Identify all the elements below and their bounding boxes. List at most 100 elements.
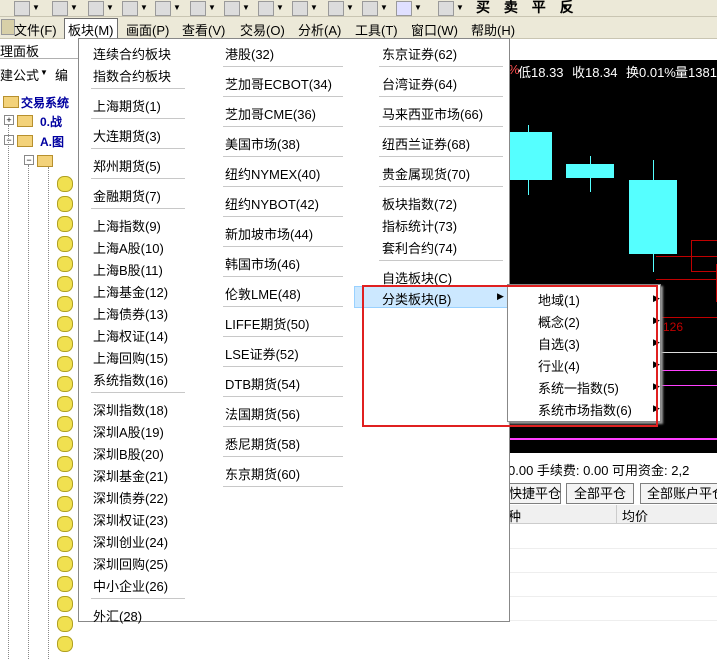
toolbar-button-flag-icon[interactable]	[292, 1, 308, 16]
toolbar-button-grid-icon[interactable]	[155, 1, 171, 16]
dropdown-arrow-icon[interactable]: ▼	[380, 3, 388, 12]
menu-tools[interactable]: 工具(T)	[355, 20, 398, 39]
formula-icon[interactable]	[57, 496, 73, 512]
table-row[interactable]	[508, 596, 717, 621]
tree-item-a[interactable]: A.图	[40, 133, 64, 150]
formula-icon[interactable]	[57, 296, 73, 312]
formula-icon[interactable]	[57, 316, 73, 332]
menu-item[interactable]: 深圳基金(21)	[93, 466, 168, 485]
menu-item[interactable]: 纽西兰证券(68)	[382, 134, 470, 153]
dropdown-arrow-icon[interactable]: ▼	[140, 3, 148, 12]
menu-item[interactable]: 深圳回购(25)	[93, 554, 168, 573]
menu-item[interactable]: 指数合约板块	[93, 66, 171, 85]
menu-item[interactable]: 纽约NYBOT(42)	[225, 194, 319, 213]
formula-icon[interactable]	[57, 616, 73, 632]
table-row[interactable]	[508, 524, 717, 549]
menu-view[interactable]: 查看(V)	[182, 20, 225, 39]
table-row[interactable]	[508, 572, 717, 597]
dropdown-arrow-icon[interactable]: ▼	[276, 3, 284, 12]
formula-icon[interactable]	[57, 596, 73, 612]
formula-label[interactable]: 建公式	[0, 65, 39, 84]
menu-item[interactable]: 深圳A股(19)	[93, 422, 164, 441]
dropdown-arrow-icon[interactable]: ▼	[456, 3, 464, 12]
toolbar-button-pencil-icon[interactable]	[14, 1, 30, 16]
formula-icon[interactable]	[57, 196, 73, 212]
formula-icon[interactable]	[57, 456, 73, 472]
menu-item[interactable]: 套利合约(74)	[382, 238, 457, 257]
dropdown-arrow-icon[interactable]: ▼	[414, 3, 422, 12]
toolbar-button-window2-icon[interactable]	[328, 1, 344, 16]
menu-item[interactable]: 板块指数(72)	[382, 194, 457, 213]
quick-close-button[interactable]: 快捷平仓	[508, 483, 561, 504]
col-avg-price[interactable]: 均价	[622, 506, 648, 525]
toolbar-button-pen-icon[interactable]	[438, 1, 454, 16]
dropdown-arrow-icon[interactable]: ▼	[70, 3, 78, 12]
formula-icon[interactable]	[57, 516, 73, 532]
menu-item[interactable]: 芝加哥CME(36)	[225, 104, 316, 123]
formula-icon[interactable]	[57, 536, 73, 552]
menu-item[interactable]: 东京期货(60)	[225, 464, 300, 483]
menu-item[interactable]: 上海指数(9)	[93, 216, 161, 235]
menu-item[interactable]: 贵金属现货(70)	[382, 164, 470, 183]
toolbar-button-table-icon[interactable]	[122, 1, 138, 16]
menu-item[interactable]: 韩国市场(46)	[225, 254, 300, 273]
toolbar-overflow-icon[interactable]: ▼	[561, 3, 569, 12]
dropdown-arrow-icon[interactable]: ▼	[173, 3, 181, 12]
menu-file[interactable]: 文件(F)	[14, 20, 57, 39]
menu-window[interactable]: 窗口(W)	[411, 20, 458, 39]
menu-screen[interactable]: 画面(P)	[126, 20, 169, 39]
formula-icon[interactable]	[57, 216, 73, 232]
menu-item[interactable]: 外汇(28)	[93, 606, 142, 625]
menu-item[interactable]: 法国期货(56)	[225, 404, 300, 423]
formula-icon[interactable]	[57, 396, 73, 412]
formula-icon[interactable]	[57, 556, 73, 572]
formula-icon[interactable]	[57, 256, 73, 272]
menu-help[interactable]: 帮助(H)	[471, 20, 515, 39]
menu-item[interactable]: 上海权证(14)	[93, 326, 168, 345]
tree-item-0[interactable]: 0.战	[40, 113, 62, 130]
menu-item[interactable]: 连续合约板块	[93, 44, 171, 63]
menu-item[interactable]: 芝加哥ECBOT(34)	[225, 74, 332, 93]
formula-icon[interactable]	[57, 636, 73, 652]
menu-item[interactable]: 悉尼期货(58)	[225, 434, 300, 453]
formula-icon[interactable]	[57, 356, 73, 372]
menu-item[interactable]: 系统指数(16)	[93, 370, 168, 389]
menu-analysis[interactable]: 分析(A)	[298, 20, 341, 39]
close-all-button[interactable]: 全部平仓	[566, 483, 634, 504]
menu-item[interactable]: LSE证券(52)	[225, 344, 299, 363]
menu-item[interactable]: 深圳创业(24)	[93, 532, 168, 551]
dropdown-arrow-icon[interactable]: ▼	[40, 68, 48, 77]
formula-icon[interactable]	[57, 576, 73, 592]
formula-icon[interactable]	[57, 336, 73, 352]
formula-icon[interactable]	[57, 416, 73, 432]
app-icon[interactable]	[1, 19, 15, 35]
dropdown-arrow-icon[interactable]: ▼	[106, 3, 114, 12]
menu-item[interactable]: 纽约NYMEX(40)	[225, 164, 320, 183]
menu-item[interactable]: 郑州期货(5)	[93, 156, 161, 175]
toolbar-button-layout-icon[interactable]	[258, 1, 274, 16]
menu-item[interactable]: 深圳指数(18)	[93, 400, 168, 419]
dropdown-arrow-icon[interactable]: ▼	[346, 3, 354, 12]
close-all-accounts-button[interactable]: 全部账户平仓	[640, 483, 717, 504]
collapse-icon[interactable]: −	[4, 135, 14, 145]
menu-item[interactable]: 新加坡市场(44)	[225, 224, 313, 243]
menu-item[interactable]: 马来西亚市场(66)	[382, 104, 483, 123]
menu-item[interactable]: 上海期货(1)	[93, 96, 161, 115]
menu-item[interactable]: 指标统计(73)	[382, 216, 457, 235]
formula-icon[interactable]	[57, 276, 73, 292]
formula-icon[interactable]	[57, 436, 73, 452]
menu-item[interactable]: 大连期货(3)	[93, 126, 161, 145]
formula-icon[interactable]	[57, 476, 73, 492]
menu-item[interactable]: 金融期货(7)	[93, 186, 161, 205]
menu-item[interactable]: 上海A股(10)	[93, 238, 164, 257]
menu-item[interactable]: 深圳权证(23)	[93, 510, 168, 529]
menu-item[interactable]: 港股(32)	[225, 44, 274, 63]
menu-item[interactable]: 美国市场(38)	[225, 134, 300, 153]
toolbar-button-bars-icon[interactable]	[88, 1, 104, 16]
menu-item[interactable]: 深圳B股(20)	[93, 444, 164, 463]
collapse-icon[interactable]: −	[24, 155, 34, 165]
dropdown-arrow-icon[interactable]: ▼	[32, 3, 40, 12]
menu-item[interactable]: 上海B股(11)	[93, 260, 163, 279]
menu-item[interactable]: 台湾证券(64)	[382, 74, 457, 93]
tree-item-trading-system[interactable]: 交易系统	[21, 94, 69, 111]
